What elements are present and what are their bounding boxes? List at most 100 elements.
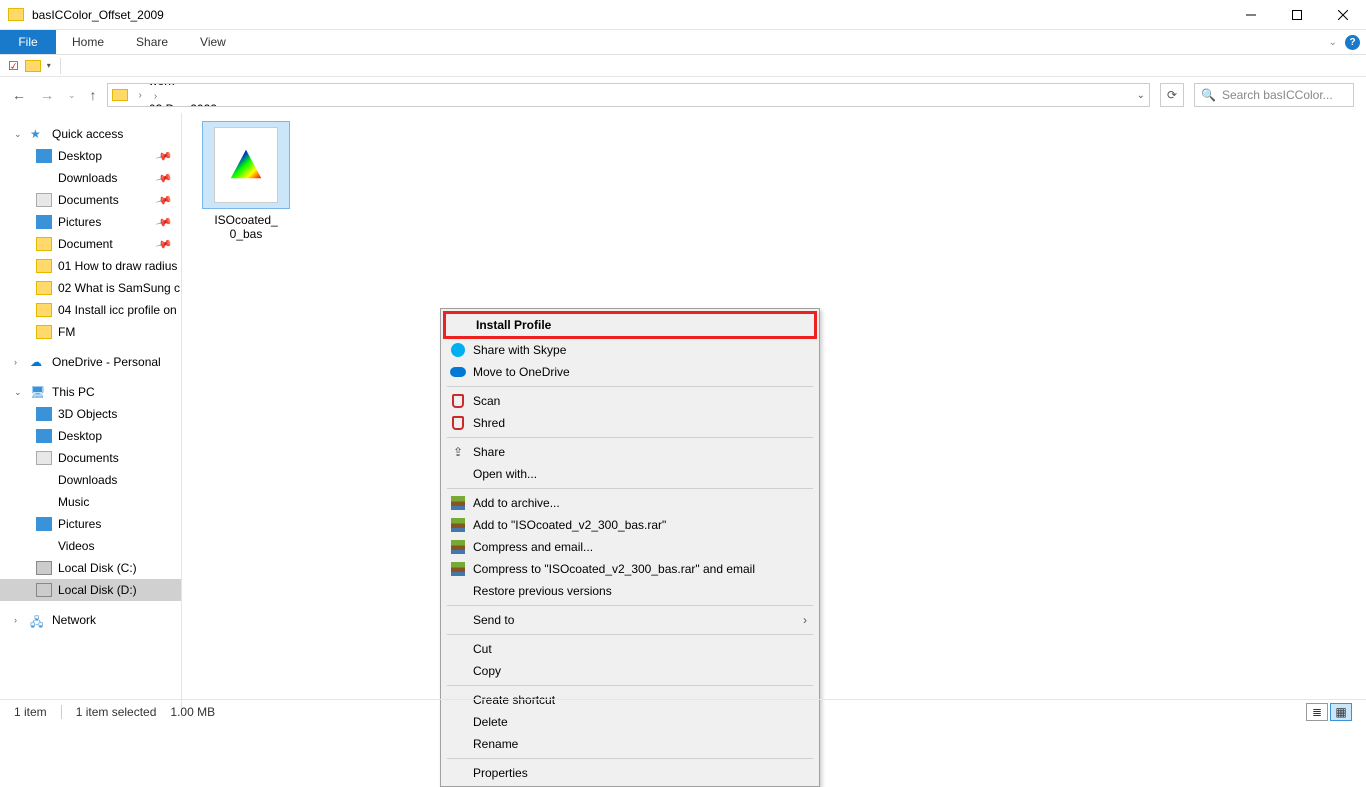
desk-icon	[36, 149, 52, 163]
sidebar-item[interactable]: Local Disk (D:)	[0, 579, 181, 601]
menu-share-skype[interactable]: Share with Skype	[443, 339, 817, 361]
menu-add-rar[interactable]: Add to "ISOcoated_v2_300_bas.rar"	[443, 514, 817, 536]
refresh-button[interactable]: ⟳	[1160, 83, 1184, 107]
sidebar-item[interactable]: Pictures	[0, 513, 181, 535]
view-tab[interactable]: View	[184, 30, 242, 54]
menu-shred[interactable]: Shred	[443, 412, 817, 434]
mcafee-shred-icon	[452, 416, 464, 430]
menu-restore-versions[interactable]: Restore previous versions	[443, 580, 817, 602]
menu-share[interactable]: ⇪ Share	[443, 441, 817, 463]
address-bar[interactable]: › This PC›Local Disk (D:)›FM›work›03 Dec…	[107, 83, 1150, 107]
nav-back-button[interactable]: ←	[12, 87, 26, 103]
ribbon-expand-icon[interactable]: ⌄	[1329, 37, 1337, 48]
status-selected-count: 1 item selected	[76, 705, 157, 719]
caret-icon: ⌄	[14, 129, 24, 140]
sidebar-item[interactable]: Documents	[0, 447, 181, 469]
sidebar-item[interactable]: 01 How to draw radius	[0, 255, 181, 277]
qat-separator	[60, 58, 61, 74]
qat-newfolder-icon[interactable]	[25, 60, 41, 72]
sidebar-quick-access[interactable]: ⌄ ★ Quick access	[0, 123, 181, 145]
sidebar-onedrive[interactable]: › ☁ OneDrive - Personal	[0, 351, 181, 373]
nav-up-button[interactable]: ↑	[90, 87, 97, 103]
menu-rename[interactable]: Rename	[443, 733, 817, 755]
menu-move-onedrive[interactable]: Move to OneDrive	[443, 361, 817, 383]
menu-cut[interactable]: Cut	[443, 638, 817, 660]
disk-icon	[36, 583, 52, 597]
pin-icon: 📌	[155, 191, 173, 209]
nav-recent-dropdown[interactable]: ⌄	[68, 90, 76, 101]
breadcrumb-separator: ›	[139, 90, 142, 101]
qat-dropdown-icon[interactable]: ▾	[47, 61, 51, 70]
menu-install-profile[interactable]: Install Profile	[443, 311, 817, 339]
address-folder-icon	[112, 89, 128, 101]
sidebar-item[interactable]: 3D Objects	[0, 403, 181, 425]
sidebar-item[interactable]: FM	[0, 321, 181, 343]
pc-icon: 🖥	[30, 385, 46, 399]
qat-properties-icon[interactable]: ☑	[8, 59, 19, 73]
breadcrumb-segment[interactable]: work	[149, 83, 336, 88]
maximize-button[interactable]	[1274, 0, 1320, 30]
vid-icon	[36, 539, 52, 553]
sidebar-item[interactable]: Pictures📌	[0, 211, 181, 233]
sidebar-item[interactable]: Document📌	[0, 233, 181, 255]
pic-icon	[36, 517, 52, 531]
menu-properties[interactable]: Properties	[443, 762, 817, 784]
desk-icon	[36, 429, 52, 443]
minimize-button[interactable]	[1228, 0, 1274, 30]
fold-icon	[36, 303, 52, 317]
pin-icon: 📌	[155, 147, 173, 165]
menu-add-archive[interactable]: Add to archive...	[443, 492, 817, 514]
nav-forward-button[interactable]: →	[40, 87, 54, 103]
sidebar-item[interactable]: 02 What is SamSung c	[0, 277, 181, 299]
breadcrumb-separator: ›	[154, 91, 157, 102]
winrar-icon	[451, 496, 465, 510]
sidebar-item[interactable]: Desktop📌	[0, 145, 181, 167]
sidebar-item[interactable]: Documents📌	[0, 189, 181, 211]
titlebar-folder-icon	[8, 8, 24, 21]
help-button[interactable]: ?	[1345, 35, 1360, 50]
icc-profile-icon	[227, 146, 265, 184]
sidebar-item[interactable]: Downloads	[0, 469, 181, 491]
pin-icon: 📌	[155, 235, 173, 253]
fold-icon	[36, 281, 52, 295]
close-button[interactable]	[1320, 0, 1366, 30]
sidebar-this-pc[interactable]: ⌄ 🖥 This PC	[0, 381, 181, 403]
network-label: Network	[52, 613, 96, 627]
sidebar-item[interactable]: Videos	[0, 535, 181, 557]
caret-icon: ›	[14, 615, 24, 625]
view-details-button[interactable]: ≣	[1306, 703, 1328, 721]
onedrive-icon	[450, 367, 466, 377]
sidebar-item[interactable]: 04 Install icc profile on	[0, 299, 181, 321]
share-tab[interactable]: Share	[120, 30, 184, 54]
pin-icon: 📌	[155, 169, 173, 187]
menu-send-to[interactable]: Send to ›	[443, 609, 817, 631]
sidebar-item[interactable]: Desktop	[0, 425, 181, 447]
obj-icon	[36, 407, 52, 421]
menu-compress-email[interactable]: Compress and email...	[443, 536, 817, 558]
file-tab[interactable]: File	[0, 30, 56, 54]
menu-compress-to-email[interactable]: Compress to "ISOcoated_v2_300_bas.rar" a…	[443, 558, 817, 580]
sidebar-network[interactable]: › 🖧 Network	[0, 609, 181, 631]
pic-icon	[36, 215, 52, 229]
search-placeholder: Search basICColor...	[1222, 88, 1333, 102]
winrar-icon	[451, 562, 465, 576]
menu-copy[interactable]: Copy	[443, 660, 817, 682]
fold-icon	[36, 259, 52, 273]
menu-scan[interactable]: Scan	[443, 390, 817, 412]
status-item-count: 1 item	[14, 705, 47, 719]
share-icon: ⇪	[449, 445, 467, 459]
menu-open-with[interactable]: Open with...	[443, 463, 817, 485]
home-tab[interactable]: Home	[56, 30, 120, 54]
sidebar-item[interactable]: Local Disk (C:)	[0, 557, 181, 579]
breadcrumb-segment[interactable]: 03 Dec 2022	[149, 102, 336, 107]
fold-icon	[36, 325, 52, 339]
fold-icon	[36, 237, 52, 251]
sidebar-item[interactable]: Music	[0, 491, 181, 513]
winrar-icon	[451, 540, 465, 554]
view-large-icons-button[interactable]: ▦	[1330, 703, 1352, 721]
address-dropdown-icon[interactable]: ⌄	[1137, 90, 1145, 101]
search-box[interactable]: 🔍 Search basICColor...	[1194, 83, 1354, 107]
sidebar-item[interactable]: Downloads📌	[0, 167, 181, 189]
file-item-icc[interactable]: ISOcoated_ 0_bas	[196, 121, 296, 242]
caret-icon: ⌄	[14, 387, 24, 398]
